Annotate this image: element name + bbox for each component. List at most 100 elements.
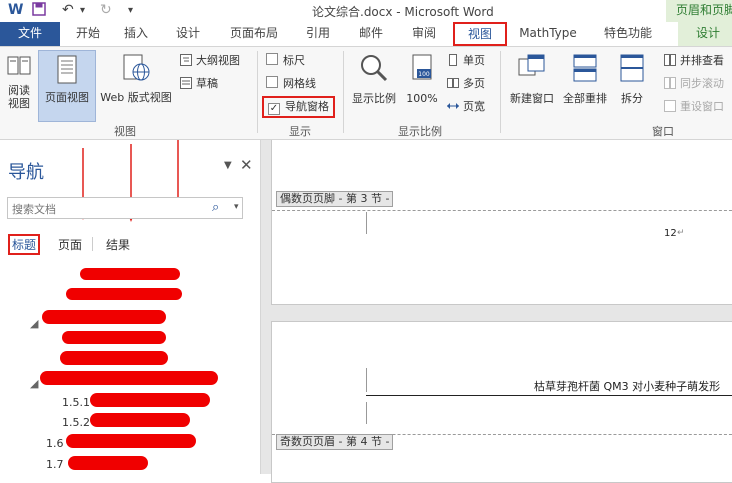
tab-references[interactable]: 引用 (298, 22, 338, 46)
gridlines-checkbox[interactable]: 网格线 (266, 76, 316, 92)
tab-headings[interactable]: 标题 (8, 234, 41, 255)
navigation-pane: 导航 ▼ ✕ ⌕ ▾ 标题 页面 结果 ◢ ◢ 1.5.1 1.5.2 1.6 … (0, 140, 261, 474)
zoom-100-button[interactable]: 100 100% (404, 53, 440, 105)
margin-mark (366, 402, 367, 424)
header-underline (366, 395, 732, 396)
group-separator (343, 51, 344, 133)
tab-divider (92, 237, 93, 251)
undo-icon[interactable]: ↶ (62, 2, 74, 18)
page-width-button[interactable]: 页宽 (447, 99, 485, 115)
tab-file[interactable]: 文件 (0, 22, 60, 46)
web-layout-button[interactable]: Web 版式视图 (95, 53, 177, 104)
collapse-arrow-icon[interactable]: ◢ (30, 317, 38, 330)
nav-search-box[interactable]: ⌕ ▾ (7, 197, 243, 219)
sync-scroll-icon (664, 77, 676, 89)
page-100-icon: 100 (412, 54, 432, 80)
redo-icon[interactable]: ↻ (100, 2, 112, 18)
outline-item[interactable]: 1.7 (46, 458, 64, 471)
one-page-icon (449, 54, 457, 66)
even-footer-tag: 偶数页页脚 - 第 3 节 - (276, 191, 394, 207)
page-number: 12 (664, 228, 677, 239)
redaction-mark (68, 456, 148, 470)
margin-mark (366, 212, 367, 234)
collapse-arrow-icon[interactable]: ◢ (30, 377, 38, 390)
save-icon[interactable] (32, 2, 46, 20)
margin-mark (366, 368, 367, 392)
outline-item[interactable]: 1.5.2 (62, 416, 90, 429)
multi-page-button[interactable]: 多页 (447, 76, 485, 92)
outline-item[interactable]: 1.5.1 (62, 396, 90, 409)
new-window-icon (518, 54, 545, 76)
side-by-side-icon (664, 54, 676, 66)
redaction-mark (60, 351, 168, 365)
magnifier-icon (361, 55, 388, 82)
tab-design[interactable]: 设计 (168, 22, 208, 46)
page-width-icon (447, 103, 459, 109)
search-input[interactable] (10, 200, 210, 218)
tab-mathtype[interactable]: MathType (512, 22, 584, 46)
header-text[interactable]: 枯草芽孢杆菌 QM3 对小麦种子萌发形 (534, 378, 720, 394)
tab-view[interactable]: 视图 (453, 22, 507, 46)
zoom-button[interactable]: 显示比例 (348, 53, 400, 105)
paragraph-mark-icon: ↵ (677, 228, 685, 238)
search-icon[interactable]: ⌕ (212, 200, 219, 215)
draft-icon (180, 77, 192, 89)
book-icon (7, 56, 31, 75)
print-layout-button[interactable]: 页面视图 (38, 50, 96, 122)
sync-scroll-button[interactable]: 同步滚动 (664, 76, 724, 92)
group-label-views: 视图 (114, 125, 136, 138)
footer-boundary (272, 210, 732, 211)
multi-page-icon (447, 78, 459, 88)
document-page[interactable]: 偶数页页脚 - 第 3 节 - 12 ↵ (271, 140, 732, 305)
view-side-by-side-button[interactable]: 并排查看 (664, 53, 724, 69)
arrange-all-icon (573, 54, 597, 82)
redaction-mark (90, 413, 190, 427)
redaction-mark (90, 393, 210, 407)
reset-position-icon (664, 100, 676, 112)
tab-review[interactable]: 审阅 (404, 22, 444, 46)
window-title: 论文综合.docx - Microsoft Word (312, 5, 494, 19)
word-logo-icon[interactable]: W (8, 2, 23, 18)
tab-pages[interactable]: 页面 (58, 236, 82, 253)
redaction-mark (66, 434, 196, 448)
split-button[interactable]: 拆分 (612, 53, 652, 105)
group-separator (257, 51, 258, 133)
nav-pane-checkbox[interactable]: ✓ 导航窗格 (262, 96, 335, 118)
redaction-mark (62, 331, 166, 344)
tab-page-layout[interactable]: 页面布局 (224, 22, 284, 46)
outline-view-button[interactable]: 大纲视图 (180, 53, 240, 69)
redaction-mark (66, 288, 182, 300)
new-window-button[interactable]: 新建窗口 (505, 53, 559, 105)
search-dropdown-icon[interactable]: ▾ (234, 202, 239, 212)
outline-icon (180, 54, 192, 66)
tab-home[interactable]: 开始 (68, 22, 108, 46)
group-label-show: 显示 (289, 125, 311, 138)
tab-mailings[interactable]: 邮件 (351, 22, 391, 46)
reset-window-position-button[interactable]: 重设窗口 (664, 99, 724, 115)
tab-special-features[interactable]: 特色功能 (596, 22, 660, 46)
arrange-all-button[interactable]: 全部重排 (560, 53, 610, 105)
split-icon (620, 54, 644, 82)
group-separator (500, 51, 501, 133)
tab-insert[interactable]: 插入 (116, 22, 156, 46)
tab-results[interactable]: 结果 (106, 236, 130, 253)
read-mode-button[interactable]: 阅读 视图 (2, 53, 36, 110)
svg-text:100: 100 (418, 71, 430, 78)
odd-header-tag: 奇数页页眉 - 第 4 节 - (276, 434, 394, 450)
one-page-button[interactable]: 单页 (447, 53, 485, 69)
draft-view-button[interactable]: 草稿 (180, 76, 218, 92)
undo-dropdown-icon[interactable]: ▾ (80, 5, 85, 16)
document-page[interactable]: 枯草芽孢杆菌 QM3 对小麦种子萌发形 奇数页页眉 - 第 4 节 - (271, 321, 732, 483)
page-icon (57, 55, 77, 84)
group-label-zoom: 显示比例 (398, 125, 442, 138)
customize-qat-icon[interactable]: ▾ (128, 5, 133, 16)
document-area[interactable]: 偶数页页脚 - 第 3 节 - 12 ↵ 枯草芽孢杆菌 QM3 对小麦种子萌发形… (261, 140, 732, 483)
redaction-mark (80, 268, 180, 280)
context-tab-header: 页眉和页脚 (666, 0, 732, 22)
ruler-checkbox[interactable]: 标尺 (266, 53, 305, 69)
tab-header-footer-design[interactable]: 设计 (678, 22, 732, 46)
redaction-mark (40, 371, 218, 385)
globe-page-icon (123, 54, 150, 81)
checkbox-checked: ✓ (268, 103, 280, 115)
outline-item[interactable]: 1.6 (46, 437, 64, 450)
